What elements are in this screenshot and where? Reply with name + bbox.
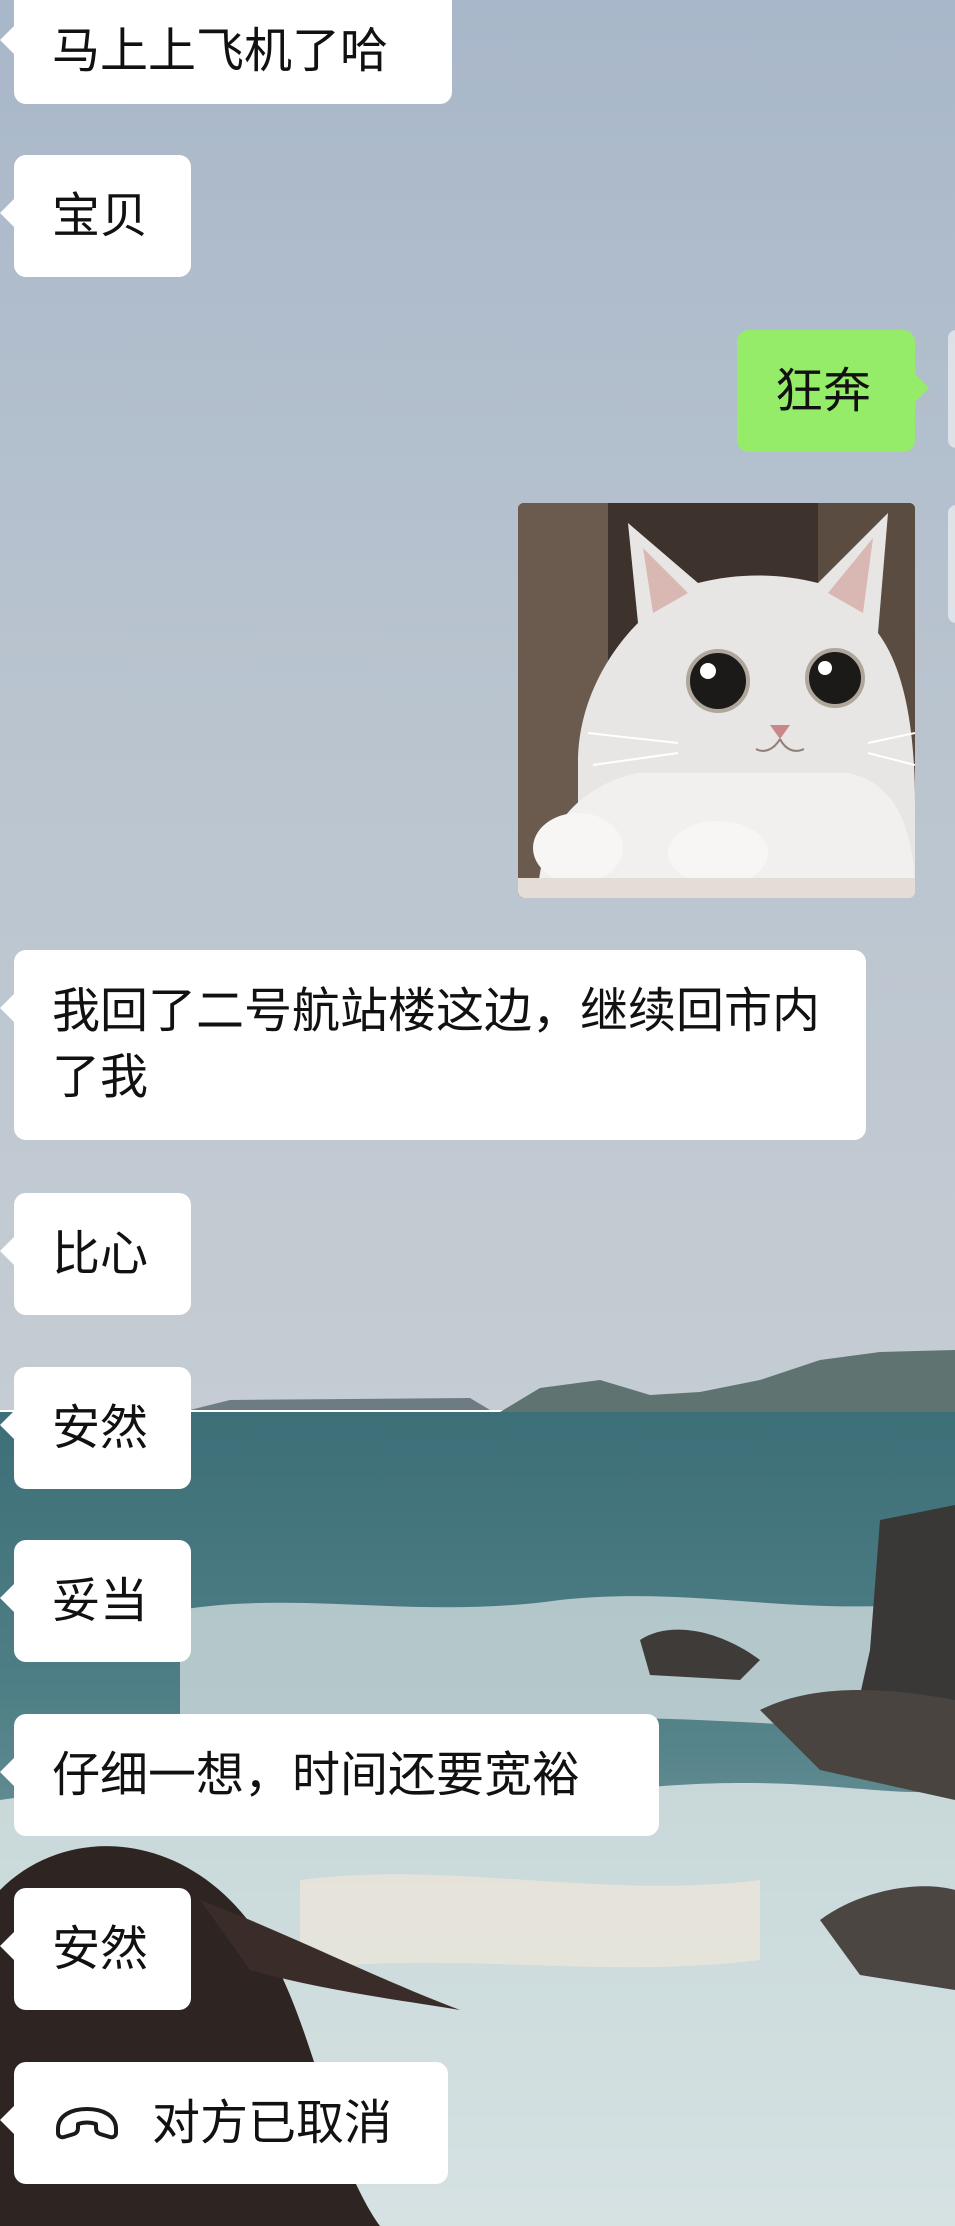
phone-hangup-icon xyxy=(56,2107,118,2140)
message-text: 马上上飞机了哈 xyxy=(52,23,389,79)
message-bubble[interactable]: 安然 xyxy=(0,1888,191,2010)
message-bubble[interactable]: 比心 xyxy=(0,1193,191,1315)
message-text: 仔细一想，时间还要宽裕 xyxy=(52,1747,581,1803)
message-bubble[interactable]: 仔细一想，时间还要宽裕 xyxy=(0,1714,659,1836)
call-record-bubble[interactable]: 对方已取消 xyxy=(0,2062,448,2184)
cat-sticker-icon xyxy=(518,503,915,898)
message-bubble[interactable]: 我回了二号航站楼这边，继续回市内了我 xyxy=(0,950,866,1140)
message-text: 狂奔 xyxy=(775,363,872,419)
sticker-image[interactable] xyxy=(518,503,915,898)
message-text: 安然 xyxy=(52,1400,149,1456)
message-bubble[interactable]: 安然 xyxy=(0,1367,191,1489)
call-status-text: 对方已取消 xyxy=(152,2095,393,2151)
message-bubble[interactable]: 妥当 xyxy=(0,1540,191,1662)
message-bubble[interactable]: 马上上飞机了哈 xyxy=(0,0,452,104)
message-text: 我回了二号航站楼这边，继续回市内了我 xyxy=(52,983,821,1105)
message-bubble[interactable]: 宝贝 xyxy=(0,155,191,277)
avatar[interactable] xyxy=(948,330,955,448)
message-text: 妥当 xyxy=(52,1573,149,1629)
message-text: 安然 xyxy=(52,1921,149,1977)
avatar[interactable] xyxy=(948,505,955,623)
message-text: 比心 xyxy=(52,1226,149,1282)
message-text: 宝贝 xyxy=(52,188,149,244)
message-bubble-sent[interactable]: 狂奔 xyxy=(737,330,929,452)
